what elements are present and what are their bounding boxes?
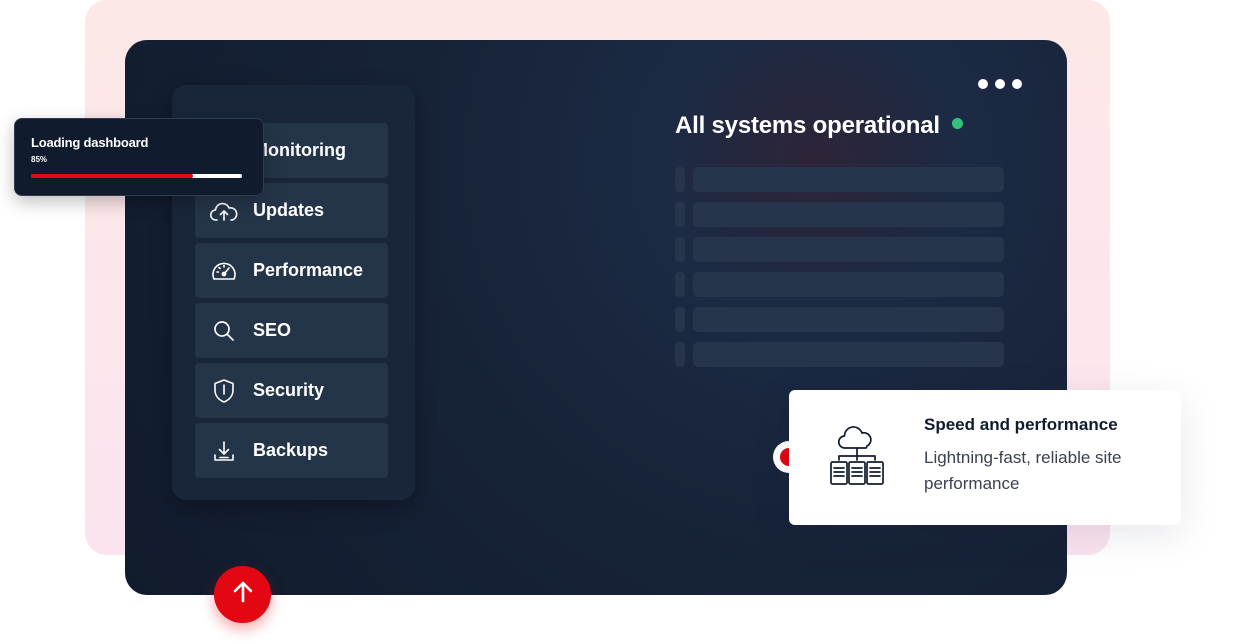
loading-title: Loading dashboard (31, 135, 149, 150)
shield-icon (195, 378, 253, 404)
feature-description: Lightning-fast, reliable site performanc… (924, 448, 1122, 493)
arrow-up-icon (230, 579, 256, 610)
status-indicator (952, 118, 963, 129)
sidebar-item-label: Updates (253, 200, 325, 220)
sidebar-item-security[interactable]: Security (195, 363, 388, 418)
sidebar-item-label: SEO (253, 320, 292, 340)
progress-bar (31, 174, 242, 178)
sidebar-item-label: Security (253, 380, 325, 400)
sidebar-item-backups[interactable]: Backups (195, 423, 388, 478)
search-icon (195, 319, 253, 343)
progress-fill (31, 174, 194, 178)
status-title: All systems operational (675, 112, 940, 139)
feature-title: Speed and performance (924, 415, 1118, 434)
loading-toast: Loading dashboard 85% (14, 118, 264, 196)
skeleton-list (675, 167, 1004, 377)
loading-percent: 85% (31, 155, 48, 164)
speedometer-icon (195, 259, 253, 283)
skeleton-row (675, 307, 1004, 332)
skeleton-row (675, 272, 1004, 297)
skeleton-row (675, 167, 1004, 192)
download-icon (195, 439, 253, 463)
skeleton-row (675, 342, 1004, 367)
more-dots-icon[interactable] (978, 79, 1022, 89)
skeleton-row (675, 202, 1004, 227)
sidebar-item-label: Backups (253, 440, 329, 460)
cloud-servers-icon (825, 426, 889, 495)
scroll-top-button[interactable] (214, 566, 271, 623)
feature-card: Speed and performance Lightning-fast, re… (789, 390, 1181, 525)
sidebar-item-label: Monitoring (253, 140, 346, 160)
cloud-upload-icon (195, 200, 253, 222)
sidebar-item-performance[interactable]: Performance (195, 243, 388, 298)
skeleton-row (675, 237, 1004, 262)
sidebar-item-seo[interactable]: SEO (195, 303, 388, 358)
sidebar-item-label: Performance (253, 260, 364, 280)
